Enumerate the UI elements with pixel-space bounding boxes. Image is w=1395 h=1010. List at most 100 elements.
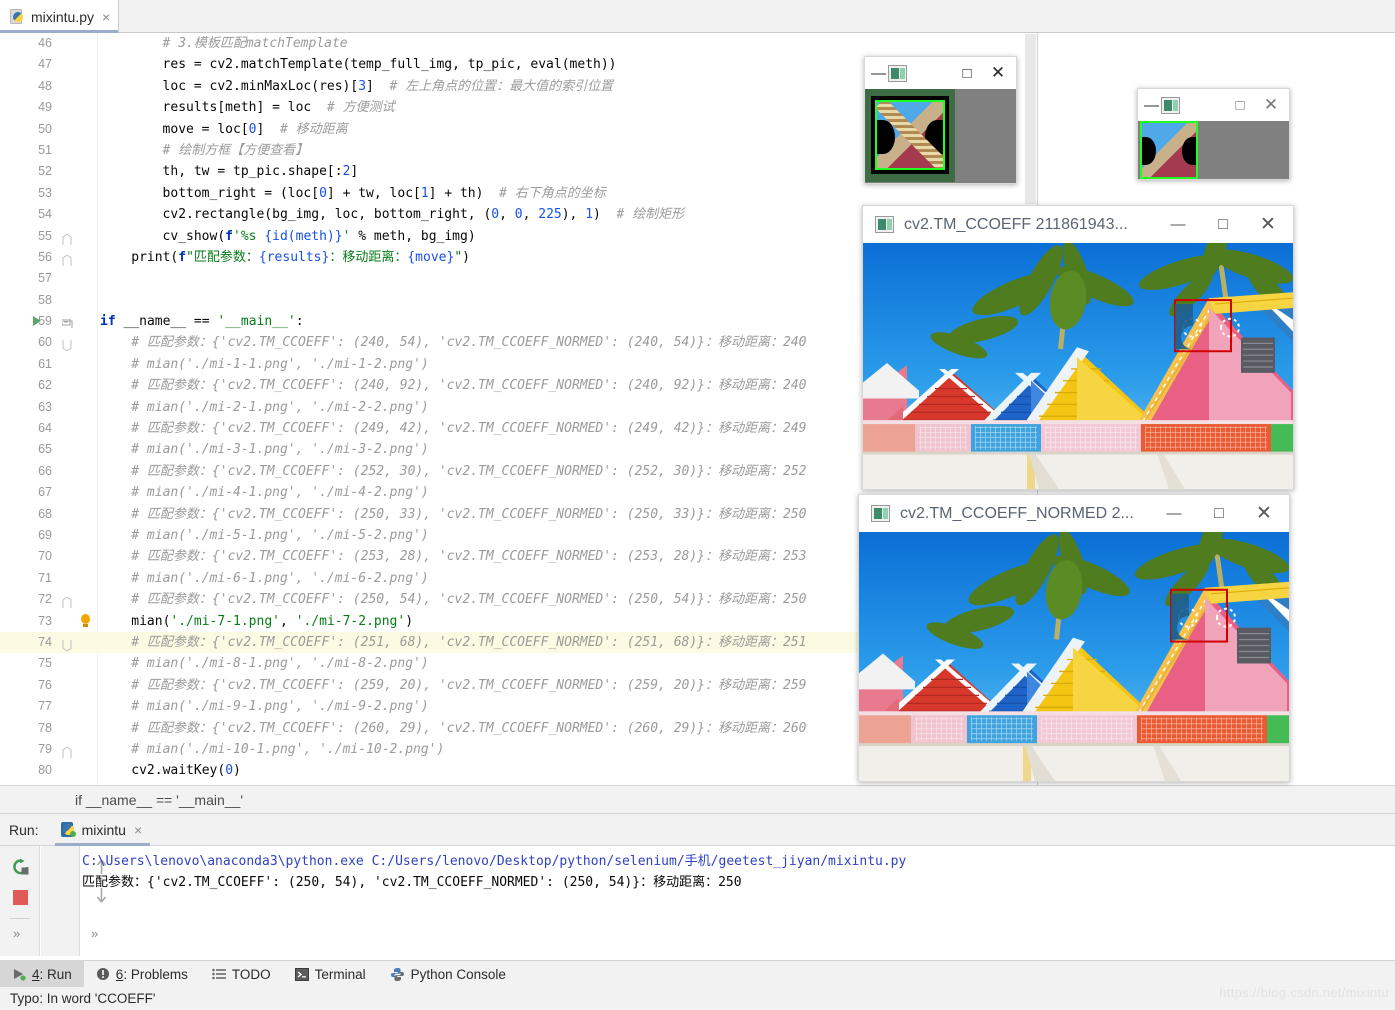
template-window-2-titlebar[interactable]: — □ ✕ — [1137, 88, 1290, 121]
template-patch-plain — [1140, 121, 1198, 179]
code-text: th, tw = tp_pic.shape[:2] — [162, 164, 359, 180]
match-window-ccoeff-normed[interactable]: cv2.TM_CCOEFF_NORMED 2... — □ ✕ — [858, 494, 1290, 782]
tool-window-button-todo[interactable]: TODO — [200, 961, 283, 988]
tool-window-button-terminal[interactable]: Terminal — [283, 961, 378, 988]
status-bar-message: Typo: In word 'CCOEFF' — [10, 991, 156, 1006]
code-text: cv2.waitKey(0) — [131, 763, 241, 779]
fold-marker-icon[interactable] — [62, 637, 73, 652]
breadcrumb[interactable]: if __name__ == '__main__' — [0, 785, 1395, 814]
template-window-2[interactable]: — □ ✕ — [1137, 88, 1290, 180]
line-number: 56 — [38, 249, 52, 264]
tool-window-button-problems[interactable]: 6: Problems — [84, 961, 200, 988]
line-number: 74 — [38, 634, 52, 649]
tool-window-button-label: 4: Run — [32, 966, 72, 982]
close-icon[interactable]: ✕ — [1241, 496, 1287, 532]
code-text: move = loc[0] # 移动距离 — [162, 121, 348, 137]
line-number: 51 — [38, 142, 52, 157]
window-dash-icon: — — [871, 64, 886, 82]
code-text: loc = cv2.minMaxLoc(res)[3] # 左上角点的位置：最大… — [162, 78, 614, 94]
close-icon[interactable]: ✕ — [1245, 207, 1291, 243]
line-number: 47 — [38, 57, 52, 72]
line-number: 63 — [38, 399, 52, 414]
tool-window-button-run[interactable]: 4: Run — [0, 960, 84, 988]
maximize-icon[interactable]: □ — [1225, 90, 1255, 121]
code-text: # mian('./mi-4-1.png', './mi-4-2.png') — [131, 485, 429, 501]
tool-window-button-label: Terminal — [314, 966, 366, 982]
run-tab-mixintu[interactable]: mixintu × — [54, 814, 151, 846]
close-icon[interactable]: × — [102, 9, 110, 25]
run-console-toolbar[interactable]: » — [0, 846, 40, 956]
line-number: 61 — [38, 356, 52, 371]
python-console-icon — [390, 967, 405, 982]
fold-marker-icon[interactable] — [62, 594, 73, 609]
line-number: 55 — [38, 228, 52, 243]
expand-toolbar-icon[interactable]: » — [13, 926, 20, 941]
tool-window-bar: 4: Run 6: Problems TODO Terminal Python Cons… — [0, 960, 1395, 988]
code-text: results[meth] = loc # 方便测试 — [162, 100, 395, 116]
code-text: bottom_right = (loc[0] + tw, loc[1] + th… — [162, 185, 606, 201]
opencv-window-icon — [888, 64, 907, 82]
rerun-icon[interactable] — [12, 858, 30, 876]
code-text: # mian('./mi-8-1.png', './mi-8-2.png') — [131, 656, 429, 672]
line-number: 67 — [38, 485, 52, 500]
fold-marker-icon[interactable] — [62, 744, 73, 758]
template-window-1-titlebar[interactable]: — □ ✕ — [864, 56, 1017, 89]
match-window-ccoeff-normed-titlebar[interactable]: cv2.TM_CCOEFF_NORMED 2... — □ ✕ — [858, 494, 1290, 532]
tool-window-button-python-console[interactable]: Python Console — [378, 961, 518, 988]
fold-marker-icon[interactable] — [61, 316, 73, 329]
line-number: 73 — [38, 613, 52, 628]
template-window-1[interactable]: — □ ✕ — [864, 56, 1017, 184]
line-number: 70 — [38, 549, 52, 564]
code-text: # 匹配参数：{'cv2.TM_CCOEFF': (250, 33), 'cv2… — [131, 506, 807, 522]
python-file-icon — [10, 9, 25, 24]
match-window-ccoeff-titlebar[interactable]: cv2.TM_CCOEFF 211861943... — □ ✕ — [862, 205, 1294, 243]
run-label: Run: — [9, 821, 39, 838]
code-text: # 匹配参数：{'cv2.TM_CCOEFF': (253, 28), 'cv2… — [131, 549, 807, 565]
editor-vertical-scrollbar[interactable] — [1025, 34, 1036, 204]
code-text: # 匹配参数：{'cv2.TM_CCOEFF': (259, 20), 'cv2… — [131, 677, 807, 693]
template-window-2-image — [1137, 121, 1290, 180]
line-number: 69 — [38, 527, 52, 542]
minimize-icon[interactable]: — — [1151, 496, 1197, 532]
code-text: print(f"匹配参数：{results}：移动距离：{move}") — [131, 249, 470, 265]
line-number: 80 — [38, 763, 52, 778]
code-text: # 匹配参数：{'cv2.TM_CCOEFF': (249, 42), 'cv2… — [131, 421, 807, 437]
terminal-icon — [294, 967, 309, 981]
run-console-nav-toolbar[interactable]: » — [41, 846, 107, 956]
intention-bulb-icon[interactable] — [80, 613, 91, 629]
close-icon[interactable]: ✕ — [1255, 90, 1287, 121]
code-line[interactable]: 46 # 3.模板匹配matchTemplate — [0, 33, 1037, 54]
line-number: 52 — [38, 164, 52, 179]
run-icon — [12, 967, 26, 981]
todo-icon — [212, 968, 226, 980]
close-icon[interactable]: ✕ — [982, 58, 1014, 89]
window-dash-icon: — — [1144, 96, 1159, 114]
match-window-ccoeff[interactable]: cv2.TM_CCOEFF 211861943... — □ ✕ — [862, 205, 1294, 490]
stop-icon[interactable] — [13, 890, 28, 905]
close-icon[interactable]: × — [134, 822, 142, 838]
code-text: # 匹配参数：{'cv2.TM_CCOEFF': (260, 29), 'cv2… — [131, 720, 807, 736]
status-bar: Typo: In word 'CCOEFF' — [0, 987, 1395, 1010]
console-line-result: 匹配参数：{'cv2.TM_CCOEFF': (250, 54), 'cv2.T… — [82, 875, 742, 890]
code-line[interactable]: 53 bottom_right = (loc[0] + tw, loc[1] + … — [0, 183, 1037, 204]
minimize-icon[interactable]: — — [1155, 207, 1201, 243]
fold-marker-icon[interactable] — [62, 337, 73, 353]
tool-window-button-label: 6: Problems — [115, 966, 188, 982]
code-text: cv_show(f'%s {id(meth)}' % meth, bg_img) — [162, 228, 476, 244]
python-run-icon — [60, 822, 76, 837]
match-window-ccoeff-title: cv2.TM_CCOEFF 211861943... — [904, 215, 1128, 233]
run-gutter-icon[interactable] — [33, 316, 41, 327]
fold-marker-icon[interactable] — [62, 231, 73, 245]
code-text: # 匹配参数：{'cv2.TM_CCOEFF': (252, 30), 'cv2… — [131, 463, 807, 479]
maximize-icon[interactable]: □ — [1201, 207, 1245, 243]
run-console[interactable]: » » C:\Users\lenovo\anaconda3\python.exe… — [0, 846, 1395, 956]
line-number: 75 — [38, 656, 52, 671]
code-text: # 3.模板匹配matchTemplate — [162, 36, 348, 51]
fold-marker-icon[interactable] — [62, 252, 73, 266]
code-text: # 匹配参数：{'cv2.TM_CCOEFF': (240, 54), 'cv2… — [131, 335, 807, 351]
maximize-icon[interactable]: □ — [1197, 496, 1241, 532]
console-line-command: C:\Users\lenovo\anaconda3\python.exe — [82, 854, 372, 869]
maximize-icon[interactable]: □ — [952, 58, 982, 89]
editor-tab-mixintu-py[interactable]: mixintu.py × — [0, 0, 120, 33]
opencv-window-icon — [875, 216, 894, 233]
